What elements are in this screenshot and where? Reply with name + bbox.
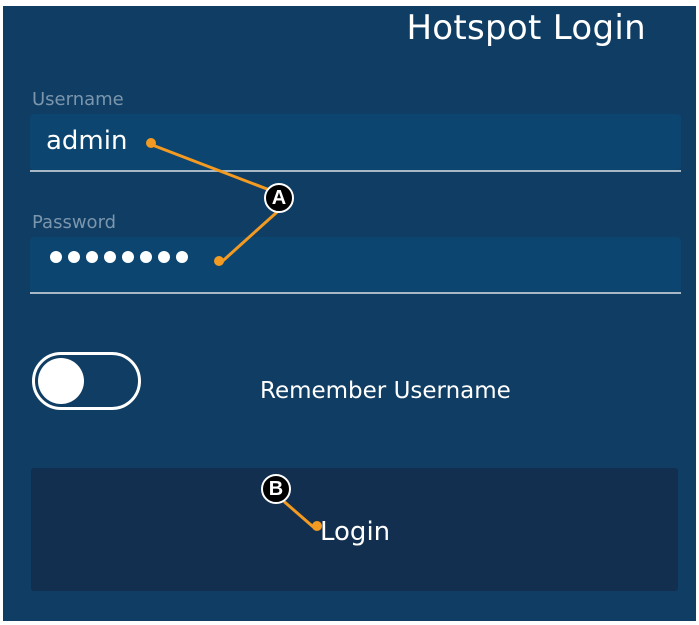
password-dot-icon	[176, 251, 188, 263]
username-underline	[30, 170, 681, 172]
remember-username-toggle[interactable]	[32, 352, 141, 410]
login-button-label: Login	[320, 517, 391, 547]
toggle-knob-icon	[38, 358, 84, 404]
password-dot-icon	[140, 251, 152, 263]
username-label: Username	[32, 89, 124, 110]
password-dot-icon	[68, 251, 80, 263]
password-underline	[30, 292, 681, 294]
hotspot-login-screen: Hotspot Login Username admin Password Re…	[3, 6, 696, 621]
password-mask	[50, 251, 188, 263]
password-field[interactable]	[30, 237, 681, 293]
password-dot-icon	[158, 251, 170, 263]
annotation-dot-password	[214, 256, 224, 266]
callout-marker-a-icon: A	[264, 183, 294, 213]
username-value: admin	[46, 126, 128, 156]
password-label: Password	[32, 212, 117, 233]
password-dot-icon	[122, 251, 134, 263]
password-dot-icon	[104, 251, 116, 263]
password-dot-icon	[50, 251, 62, 263]
remember-username-label: Remember Username	[260, 378, 511, 404]
callout-marker-b-icon: B	[261, 474, 291, 504]
username-field[interactable]: admin	[30, 114, 681, 170]
page-title: Hotspot Login	[406, 8, 646, 48]
password-dot-icon	[86, 251, 98, 263]
annotation-dot-login	[312, 521, 322, 531]
annotation-dot-username	[146, 138, 156, 148]
